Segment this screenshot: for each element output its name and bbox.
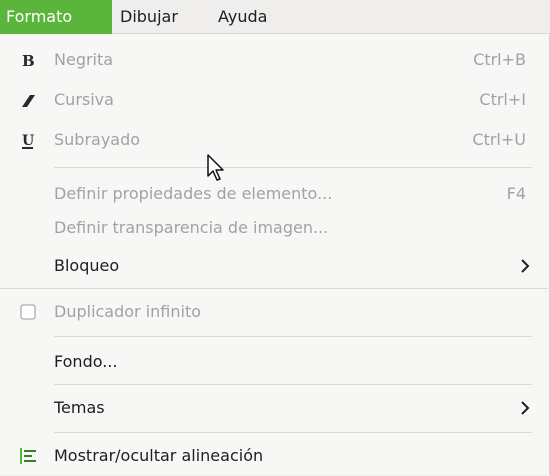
menu-item-definir-transparencia[interactable]: Definir transparencia de imagen... [0,208,548,248]
menu-item-label: Definir transparencia de imagen... [54,218,329,237]
menu-ayuda[interactable]: Ayuda [212,0,273,34]
menu-item-label: Duplicador infinito [54,302,202,321]
menu-item-mostrar-ocultar-alineacion[interactable]: Mostrar/ocultar alineación [0,436,548,476]
menu-separator [54,167,532,168]
menu-bar: Formato Dibujar Ayuda [0,0,550,34]
menu-dibujar[interactable]: Dibujar [114,0,184,34]
chevron-right-icon [521,401,530,415]
menu-ayuda-label: Ayuda [218,7,268,26]
menu-item-duplicador-infinito[interactable]: Duplicador infinito [0,292,548,332]
italic-icon [22,95,35,107]
menu-separator [0,288,548,289]
svg-text:U: U [22,133,34,149]
menu-item-cursiva[interactable]: Cursiva Ctrl+I [0,80,548,120]
shortcut-label: Ctrl+I [479,90,526,109]
menu-item-fondo[interactable]: Fondo... [0,342,548,382]
bold-icon: B [22,52,35,70]
formato-dropdown-menu: B Negrita Ctrl+B Cursiva Ctrl+I U Subray… [0,34,550,475]
checkbox-icon[interactable] [18,302,40,322]
menu-item-label: Bloqueo [54,256,120,275]
menu-item-bloqueo[interactable]: Bloqueo [0,246,548,286]
shortcut-label: Ctrl+B [473,50,526,69]
menu-dibujar-label: Dibujar [120,7,178,26]
menu-item-label: Subrayado [54,130,141,149]
menu-separator [54,336,532,337]
menu-item-label: Mostrar/ocultar alineación [54,446,264,465]
menu-formato-label: Formato [6,7,73,26]
menu-item-temas[interactable]: Temas [0,388,548,428]
menu-item-label: Negrita [54,50,114,69]
menu-item-label: Cursiva [54,90,114,109]
menu-formato[interactable]: Formato [0,0,112,34]
menu-separator [54,432,532,433]
mouse-cursor-icon [207,154,224,181]
menu-item-subrayado[interactable]: U Subrayado Ctrl+U [0,120,548,160]
menu-item-label: Fondo... [54,352,118,371]
menu-item-negrita[interactable]: B Negrita Ctrl+B [0,40,548,80]
svg-text:B: B [22,52,35,70]
menu-separator [54,384,532,385]
chevron-right-icon [521,259,530,273]
menu-item-label: Temas [54,398,105,417]
underline-icon: U [22,133,34,149]
align-icon [20,448,36,464]
shortcut-label: Ctrl+U [472,130,526,149]
